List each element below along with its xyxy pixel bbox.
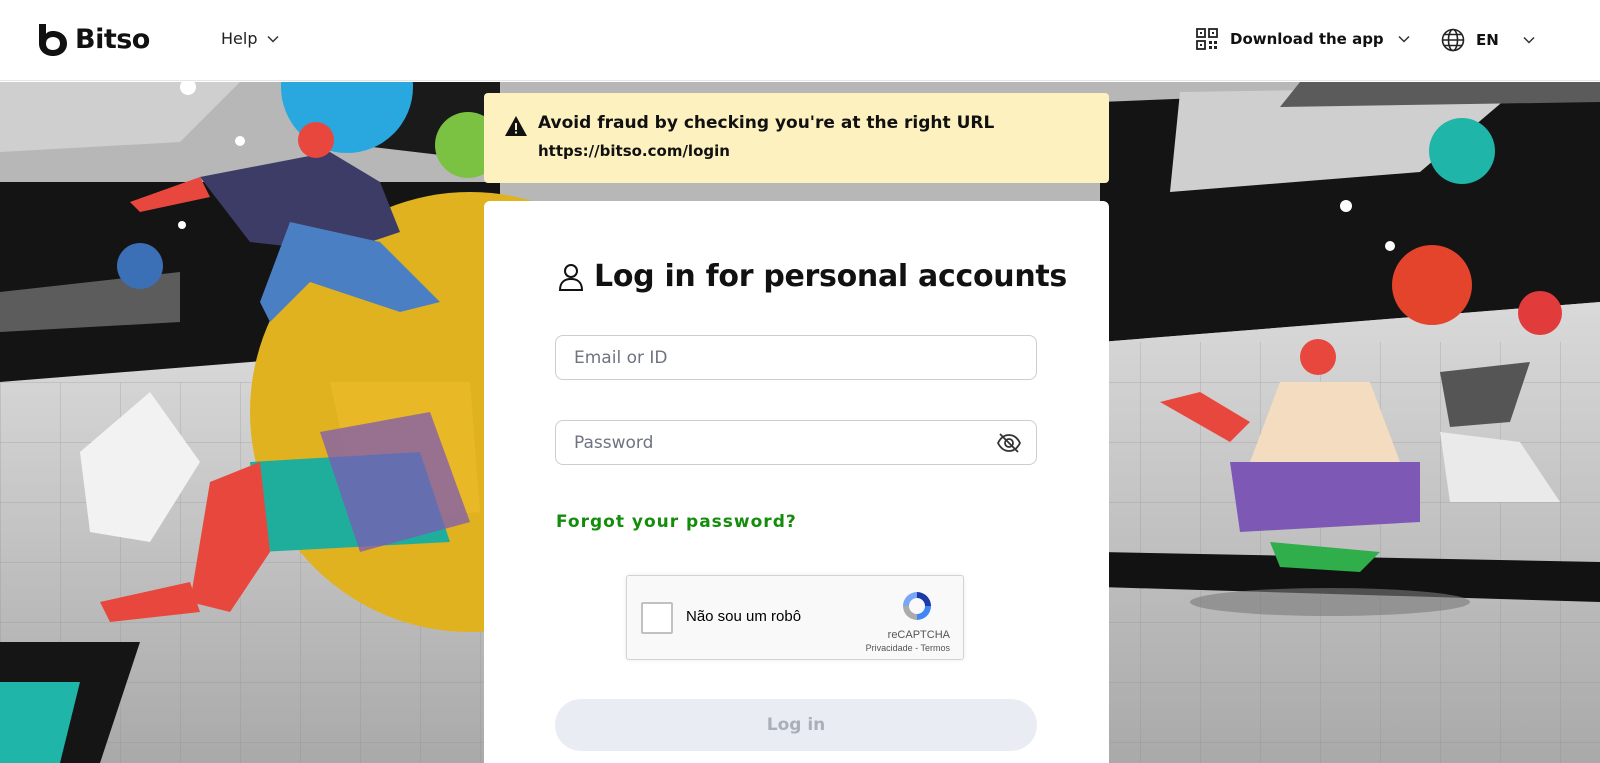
top-navbar: Bitso Help Download the app EN — [0, 0, 1600, 81]
recaptcha-brand: reCAPTCHA — [887, 629, 950, 641]
recaptcha-label: Não sou um robô — [686, 608, 802, 625]
qr-code-icon — [1196, 28, 1218, 50]
bitso-logo[interactable]: Bitso — [37, 22, 150, 56]
language-label: EN — [1476, 31, 1499, 49]
password-input[interactable] — [556, 421, 1036, 464]
email-field[interactable] — [555, 335, 1037, 380]
language-selector[interactable]: EN — [1441, 28, 1535, 52]
eye-slash-icon[interactable] — [996, 431, 1022, 455]
user-icon — [558, 263, 584, 291]
password-field[interactable] — [555, 420, 1037, 465]
forgot-password-link[interactable]: Forgot your password? — [556, 512, 797, 532]
fraud-warning-url: https://bitso.com/login — [538, 142, 730, 160]
fraud-warning-title: Avoid fraud by checking you're at the ri… — [538, 113, 995, 133]
chevron-down-icon — [1398, 35, 1410, 43]
login-button[interactable]: Log in — [555, 699, 1037, 751]
email-input[interactable] — [556, 336, 1036, 379]
bitso-logo-mark-icon — [39, 24, 67, 56]
fraud-warning-banner: Avoid fraud by checking you're at the ri… — [484, 93, 1109, 183]
help-menu[interactable]: Help — [221, 29, 280, 48]
chevron-down-icon — [1523, 36, 1535, 44]
recaptcha-logo-icon — [903, 592, 931, 620]
recaptcha-checkbox[interactable] — [641, 602, 673, 634]
help-label: Help — [221, 29, 258, 48]
chevron-down-icon — [267, 35, 280, 43]
recaptcha-widget: Não sou um robô reCAPTCHA Privacidade - … — [626, 575, 964, 660]
globe-icon — [1441, 28, 1465, 52]
download-app-menu[interactable]: Download the app — [1196, 28, 1410, 50]
login-card: Log in for personal accounts Forgot your… — [484, 201, 1109, 763]
recaptcha-links[interactable]: Privacidade - Termos — [866, 643, 950, 653]
download-app-label: Download the app — [1230, 30, 1384, 48]
warning-icon — [505, 116, 527, 136]
login-heading: Log in for personal accounts — [558, 259, 1067, 294]
brand-name: Bitso — [75, 23, 150, 55]
page-title: Log in for personal accounts — [594, 259, 1067, 294]
